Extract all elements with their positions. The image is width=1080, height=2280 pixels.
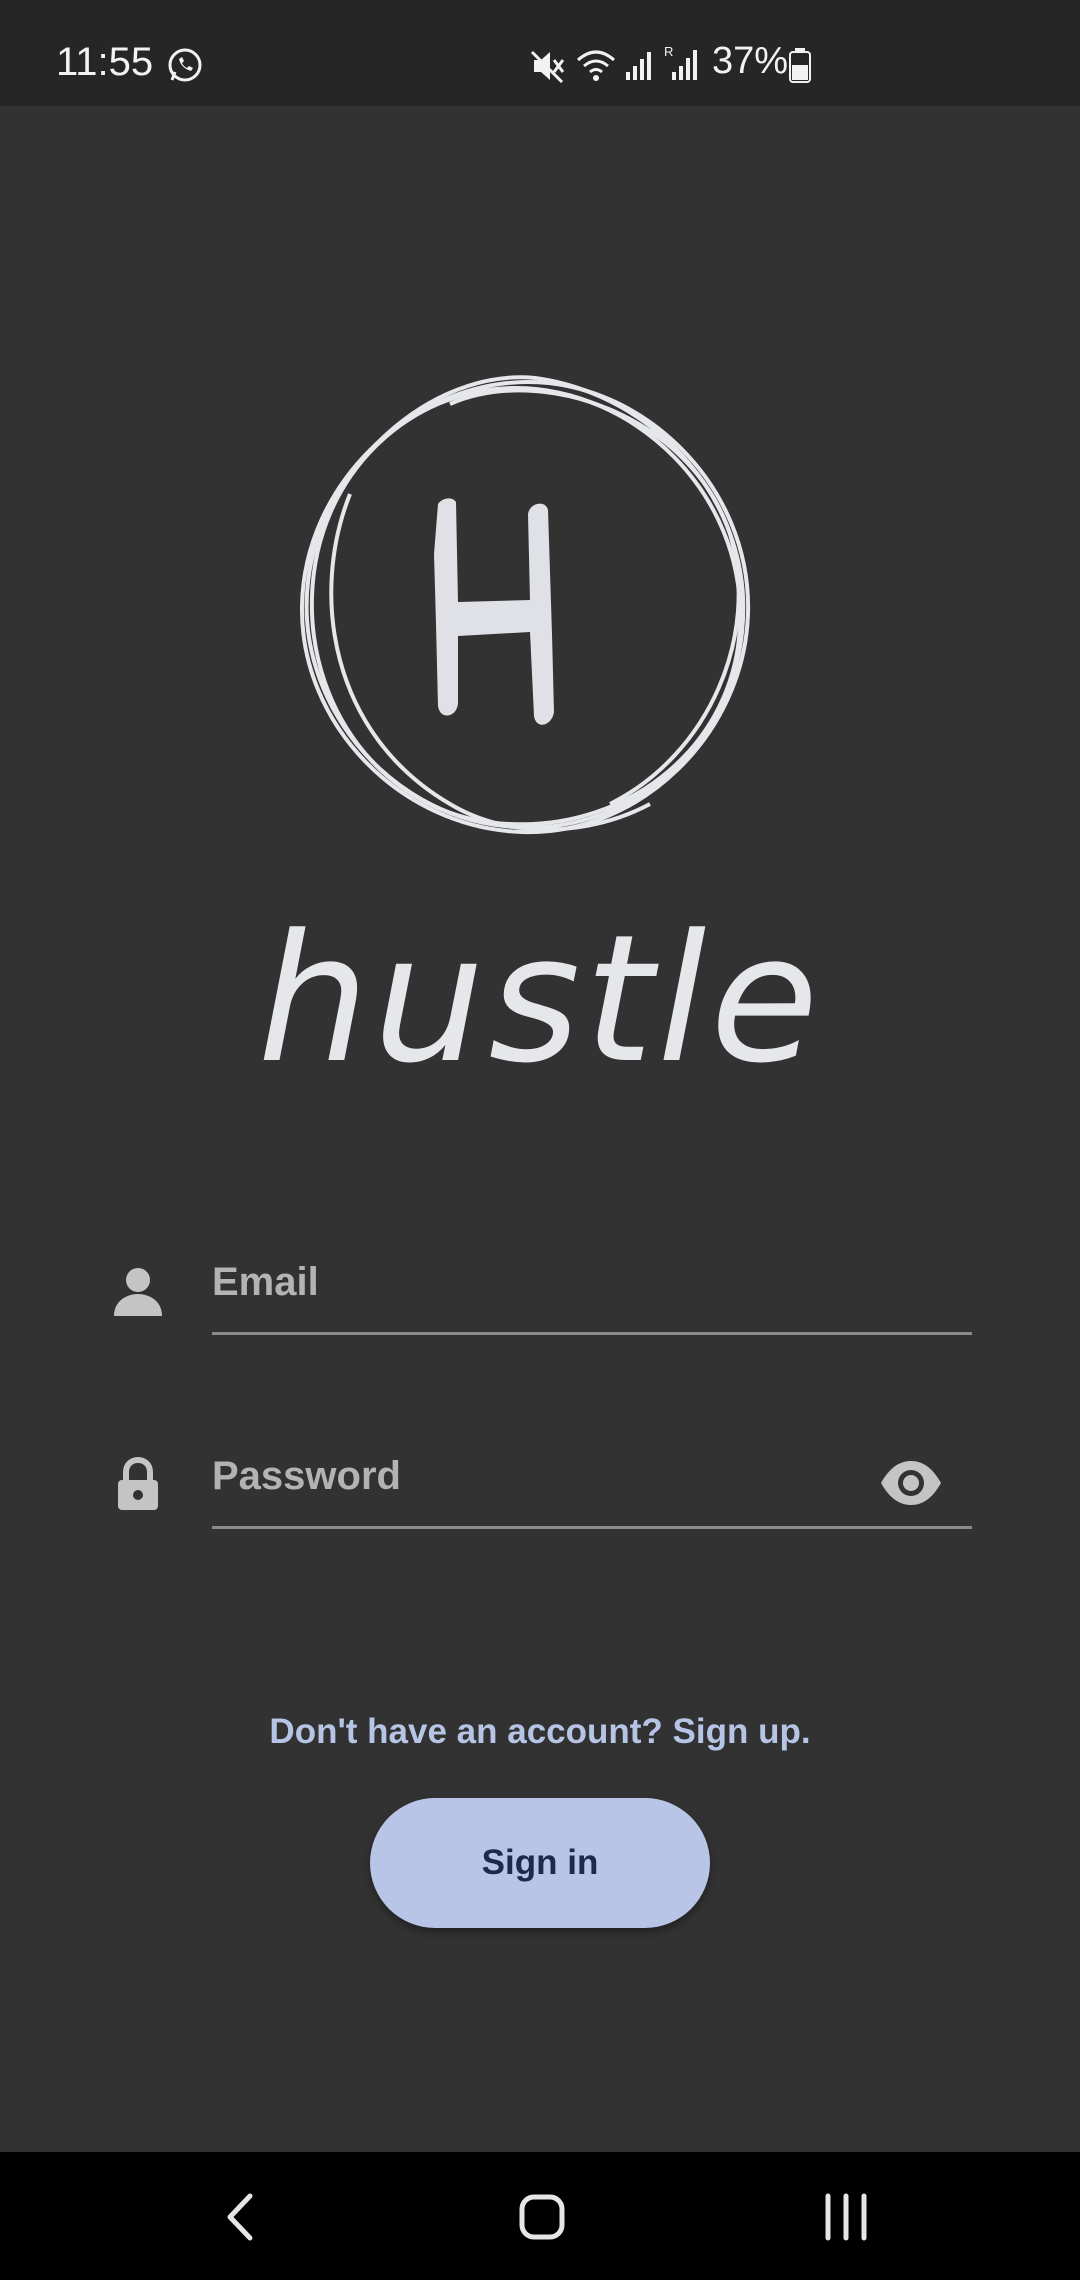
home-icon[interactable] <box>502 2182 582 2252</box>
app-name: hustle <box>257 897 823 1102</box>
lock-icon <box>118 1456 158 1510</box>
nav-bar <box>0 2152 1080 2280</box>
password-field-row <box>0 1426 1080 1566</box>
email-field-row <box>0 1232 1080 1372</box>
person-icon <box>114 1268 162 1316</box>
whatsapp-icon <box>168 48 202 82</box>
signin-button[interactable]: Sign in <box>370 1798 710 1928</box>
back-icon[interactable] <box>200 2182 280 2252</box>
status-bar: 11:55 R 37% <box>0 0 1080 106</box>
email-input[interactable] <box>212 1232 972 1335</box>
wifi-icon <box>577 50 615 81</box>
password-input[interactable] <box>212 1426 972 1529</box>
svg-text:R: R <box>664 44 673 59</box>
eye-icon[interactable] <box>878 1450 944 1516</box>
battery-percent: 37% <box>712 40 789 82</box>
signal-icon <box>626 52 651 80</box>
recents-icon[interactable] <box>806 2182 886 2252</box>
signal-roaming-icon: R <box>664 44 697 80</box>
signup-link[interactable]: Don't have an account? Sign up. <box>0 1712 1080 1752</box>
status-time: 11:55 <box>56 40 154 84</box>
mute-icon <box>530 50 565 84</box>
battery-icon <box>789 48 811 83</box>
app-logo <box>299 375 751 835</box>
